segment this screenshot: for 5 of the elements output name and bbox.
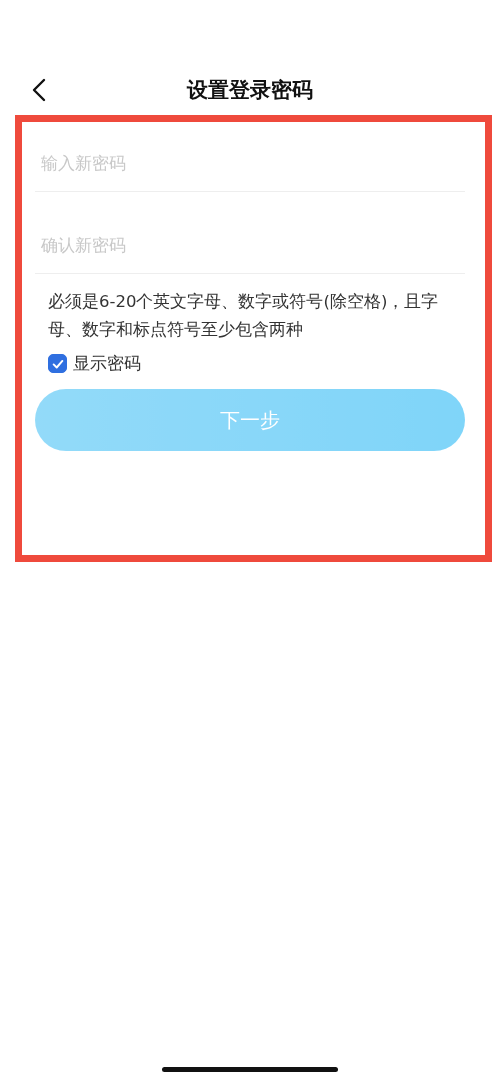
password-hint: 必须是6-20个英文字母、数字或符号(除空格)，且字母、数字和标点符号至少包含两种 [47,291,440,341]
page-title: 设置登录密码 [187,77,313,104]
back-icon[interactable] [32,78,46,102]
checkbox-icon[interactable] [48,354,67,373]
show-password-checkbox[interactable]: 显示密码 [48,352,465,375]
